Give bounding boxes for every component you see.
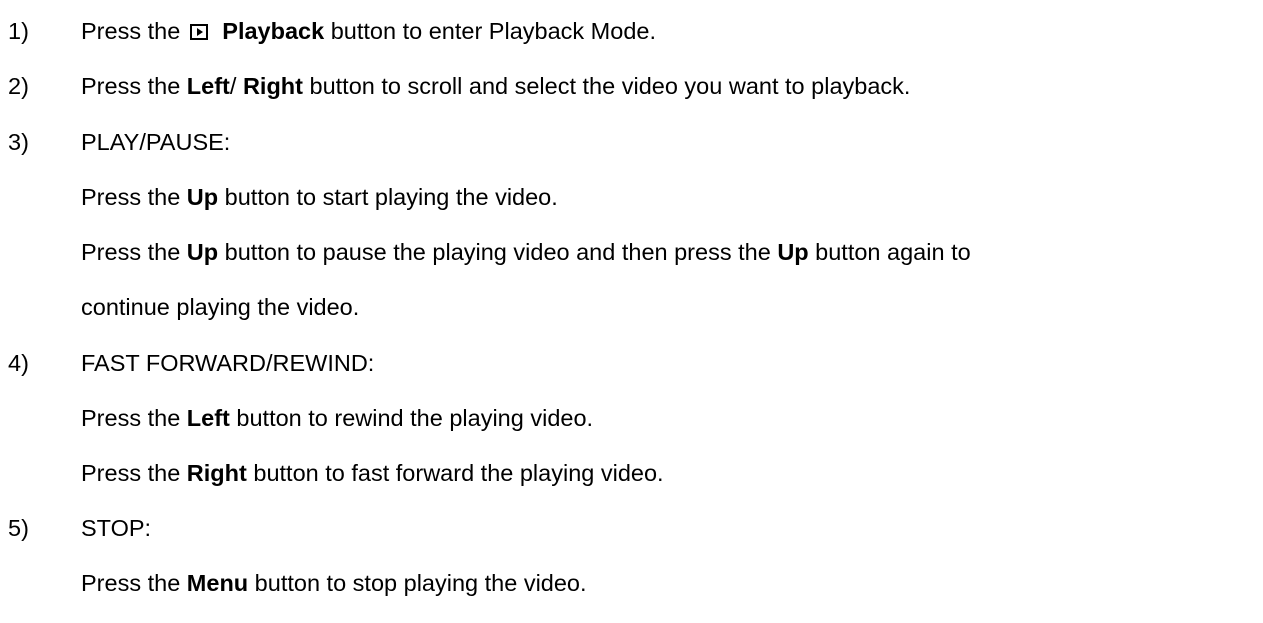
step-3-line-1: Press the Up button to start playing the… bbox=[81, 183, 558, 211]
step-3-line-2-part: button to pause the playing video and th… bbox=[218, 239, 778, 265]
step-5-heading: STOP: bbox=[81, 515, 152, 541]
step-5-line-1-part: Press the bbox=[81, 570, 187, 596]
step-3-line-1-part: button to start playing the video. bbox=[218, 184, 558, 210]
step-5-line-1-part: button to stop playing the video. bbox=[248, 570, 587, 596]
step-3-line-1-part: Press the bbox=[81, 184, 187, 210]
step-3-line-2: Press the Up button to pause the playing… bbox=[81, 238, 971, 266]
step-4-line-2-part: Press the bbox=[81, 460, 187, 486]
step-3-up-label: Up bbox=[186, 184, 219, 210]
step-3-line-3: continue playing the video. bbox=[81, 294, 360, 320]
step-4-line-1: Press the Left button to rewind the play… bbox=[81, 404, 593, 432]
step-4-line-1-part: button to rewind the playing video. bbox=[229, 405, 594, 431]
step-5-menu-label: Menu bbox=[186, 570, 249, 596]
step-2-text: Press the Left/ Right button to scroll a… bbox=[81, 72, 910, 100]
step-5-line-1: Press the Menu button to stop playing th… bbox=[81, 569, 587, 597]
step-2-left-label: Left bbox=[186, 73, 230, 99]
playback-icon bbox=[190, 24, 209, 40]
step-4-line-2: Press the Right button to fast forward t… bbox=[81, 459, 664, 487]
step-2-number: 2) bbox=[8, 73, 29, 99]
step-5-number: 5) bbox=[8, 515, 29, 541]
step-3-line-2-part: button again to bbox=[808, 239, 971, 265]
step-4-line-2-part: button to fast forward the playing video… bbox=[246, 460, 664, 486]
step-4-left-label: Left bbox=[186, 405, 230, 431]
step-1-text-part: button to enter Playback Mode. bbox=[324, 18, 656, 44]
step-2-text-part: button to scroll and select the video yo… bbox=[302, 73, 911, 99]
step-2-text-part: Press the bbox=[81, 73, 187, 99]
step-3-up-label: Up bbox=[777, 239, 809, 265]
step-4-number: 4) bbox=[8, 350, 29, 376]
step-2-text-part: / bbox=[229, 73, 243, 99]
step-3-number: 3) bbox=[8, 129, 29, 155]
step-1-number: 1) bbox=[8, 18, 29, 44]
step-3-line-2-part: Press the bbox=[81, 239, 187, 265]
step-3-up-label: Up bbox=[186, 239, 219, 265]
step-1-text-part: Press the bbox=[81, 18, 181, 44]
step-2-right-label: Right bbox=[242, 73, 303, 99]
step-1-playback-label: Playback bbox=[222, 18, 325, 44]
step-4-right-label: Right bbox=[186, 460, 247, 486]
step-1-text: Press the Playback button to enter Playba… bbox=[81, 17, 656, 45]
step-3-heading: PLAY/PAUSE: bbox=[81, 129, 231, 155]
step-4-heading: FAST FORWARD/REWIND: bbox=[81, 350, 375, 376]
step-4-line-1-part: Press the bbox=[81, 405, 187, 431]
